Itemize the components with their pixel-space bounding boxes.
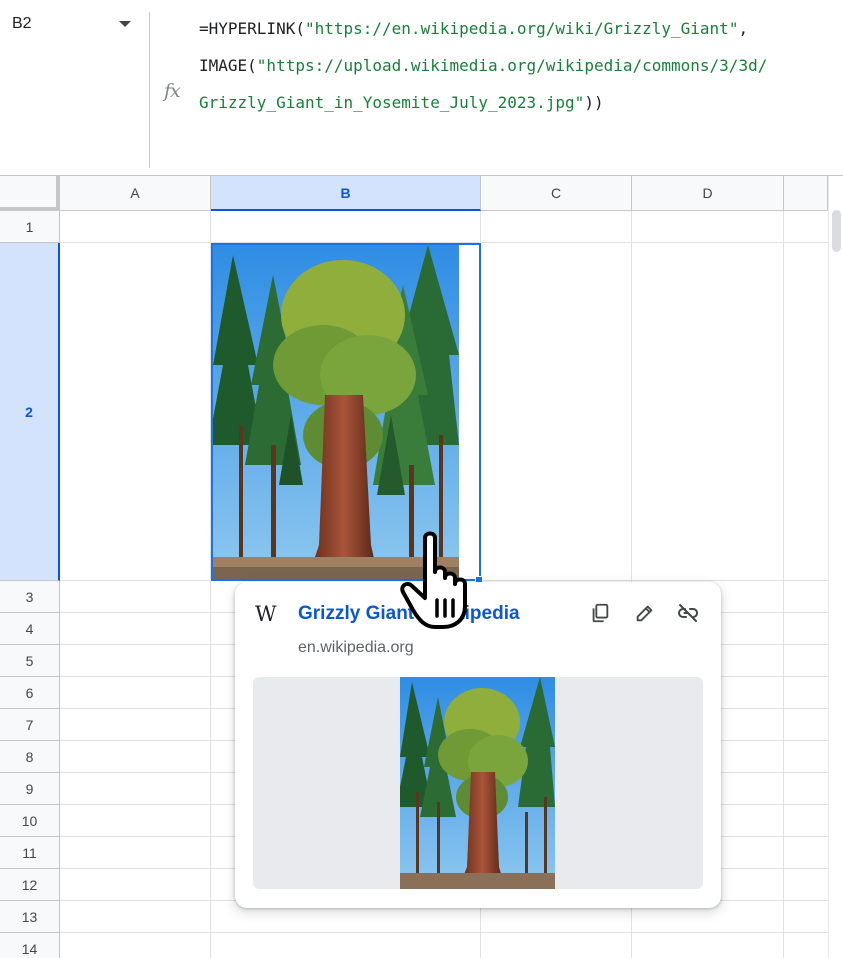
edit-link-button[interactable] xyxy=(630,598,660,628)
row-header-7[interactable]: 7 xyxy=(0,709,60,741)
grizzly-giant-preview-image xyxy=(400,677,555,889)
column-header-c[interactable]: C xyxy=(481,176,632,211)
formula-string: "https://en.wikipedia.org/wiki/Grizzly_G… xyxy=(304,19,739,38)
row-header-9[interactable]: 9 xyxy=(0,773,60,805)
cell-b2-image[interactable] xyxy=(211,243,481,581)
formula-line: IMAGE("https://upload.wikimedia.org/wiki… xyxy=(199,47,839,84)
name-box-dropdown-icon[interactable] xyxy=(119,21,131,27)
copy-icon xyxy=(592,603,609,623)
row-header-3[interactable]: 3 xyxy=(0,581,60,613)
formula-bar: B2 fx =HYPERLINK("https://en.wikipedia.o… xyxy=(0,0,843,176)
row-header-13[interactable]: 13 xyxy=(0,901,60,933)
row-header-10[interactable]: 10 xyxy=(0,805,60,837)
row-header-5[interactable]: 5 xyxy=(0,645,60,677)
row-header-4[interactable]: 4 xyxy=(0,613,60,645)
formula-function: =HYPERLINK( xyxy=(199,19,305,38)
column-header-d[interactable]: D xyxy=(632,176,784,211)
formula-punctuation: )) xyxy=(584,93,604,112)
formula-punctuation: , xyxy=(738,19,749,38)
vertical-scrollbar[interactable] xyxy=(828,176,843,958)
column-header-b[interactable]: B xyxy=(211,176,481,211)
remove-link-button[interactable] xyxy=(673,598,703,628)
formula-bar-divider xyxy=(149,12,150,168)
formula-line: =HYPERLINK("https://en.wikipedia.org/wik… xyxy=(199,10,839,47)
fx-icon: fx xyxy=(164,80,181,102)
link-preview-image-area[interactable] xyxy=(253,677,703,889)
select-all-corner[interactable] xyxy=(0,176,60,211)
grizzly-giant-image xyxy=(213,245,459,579)
row-header-1[interactable]: 1 xyxy=(0,211,60,243)
remove-link-icon xyxy=(678,604,699,622)
formula-string: Grizzly_Giant_in_Yosemite_July_2023.jpg" xyxy=(199,93,585,112)
row-header-2[interactable]: 2 xyxy=(0,243,60,581)
row-header-8[interactable]: 8 xyxy=(0,741,60,773)
row-header-6[interactable]: 6 xyxy=(0,677,60,709)
link-title[interactable]: Grizzly Giant - Wikipedia xyxy=(298,603,520,625)
formula-line: Grizzly_Giant_in_Yosemite_July_2023.jpg"… xyxy=(199,84,839,121)
row-header-14[interactable]: 14 xyxy=(0,933,60,958)
formula-string: "https://upload.wikimedia.org/wikipedia/… xyxy=(256,56,768,75)
gridline-horizontal xyxy=(60,932,828,933)
link-domain: en.wikipedia.org xyxy=(298,639,414,656)
link-preview-card: W Grizzly Giant - Wikipedia en.wikipedia… xyxy=(235,582,721,908)
name-box-value: B2 xyxy=(12,15,32,32)
edit-pencil-icon xyxy=(636,605,653,622)
column-header-e[interactable] xyxy=(784,176,828,211)
row-header-12[interactable]: 12 xyxy=(0,869,60,901)
gridline-vertical xyxy=(783,211,784,958)
wikipedia-icon: W xyxy=(255,602,277,626)
scrollbar-thumb[interactable] xyxy=(832,210,841,252)
column-header-a[interactable]: A xyxy=(60,176,211,211)
row-header-11[interactable]: 11 xyxy=(0,837,60,869)
formula-input[interactable]: =HYPERLINK("https://en.wikipedia.org/wik… xyxy=(199,10,839,121)
name-box[interactable]: B2 xyxy=(0,0,148,48)
copy-link-button[interactable] xyxy=(585,598,615,628)
formula-function: IMAGE( xyxy=(199,56,257,75)
